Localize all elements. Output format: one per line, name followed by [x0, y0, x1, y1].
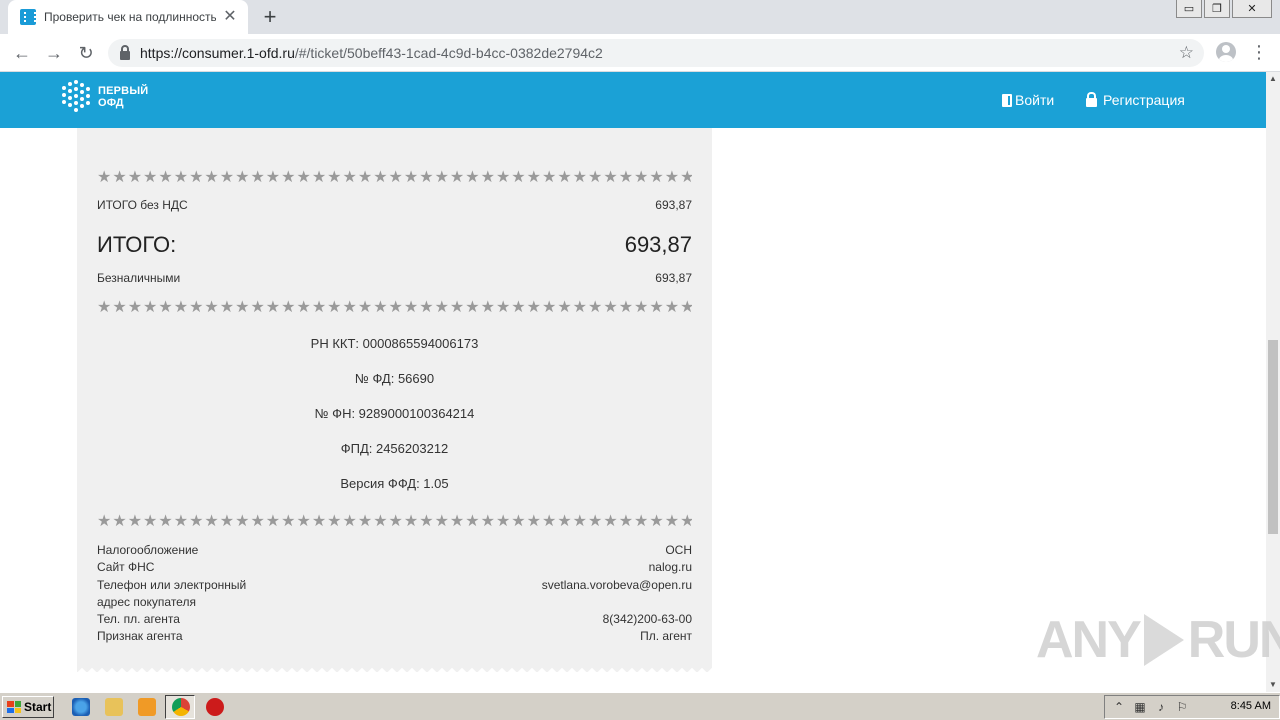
detail-row: Сайт ФНС nalog.ru [97, 559, 692, 576]
internet-explorer-icon[interactable] [72, 698, 90, 716]
network-icon[interactable]: ▦ [1133, 700, 1147, 714]
bookmark-star-icon[interactable]: ☆ [1179, 43, 1194, 63]
logo-line-2: ОФД [98, 97, 124, 109]
login-link[interactable]: Войти [1002, 92, 1054, 108]
volume-icon[interactable]: ♪ [1154, 700, 1168, 714]
stars-divider: ★★★★★★★★★★★★★★★★★★★★★★★★★★★★★★★★★★★★★★★★ [97, 300, 692, 316]
total-row: ИТОГО: 693,87 [97, 232, 692, 258]
rn-kkt: РН ККТ: 0000865594006173 [310, 336, 479, 351]
register-link[interactable]: Регистрация [1086, 91, 1185, 108]
logo-line-1: ПЕРВЫЙ [98, 85, 149, 97]
restore-button[interactable]: ❐ [1204, 0, 1230, 18]
ffd-version: Версия ФФД: 1.05 [340, 476, 449, 491]
fn-number: № ФН: 9289000100364214 [314, 406, 475, 421]
profile-avatar-icon[interactable] [1216, 42, 1236, 62]
back-arrow-icon[interactable]: ← [10, 41, 34, 65]
close-window-button[interactable]: ✕ [1232, 0, 1272, 18]
detail-label: Сайт ФНС [97, 560, 155, 574]
chrome-taskbar-button[interactable] [165, 695, 195, 719]
total-without-vat-row: ИТОГО без НДС 693,87 [97, 197, 692, 214]
detail-label: Тел. пл. агента [97, 612, 180, 626]
detail-value: 8(342)200-63-00 [602, 612, 692, 626]
watermark-right: RUN [1187, 611, 1280, 669]
total-without-vat-value: 693,87 [655, 198, 692, 212]
detail-value: nalog.ru [648, 560, 692, 574]
total-without-vat-label: ИТОГО без НДС [97, 198, 188, 212]
file-explorer-icon[interactable] [105, 698, 123, 716]
watermark-left: ANY [1036, 611, 1142, 669]
action-center-flag-icon[interactable]: ⚐ [1175, 700, 1189, 714]
login-label: Войти [1015, 92, 1055, 108]
logo-dots-icon [62, 80, 92, 114]
tray-expand-icon[interactable]: ⌃ [1112, 700, 1126, 714]
tab-title: Проверить чек на подлинность он [44, 10, 216, 24]
total-label: ИТОГО: [97, 232, 177, 257]
detail-row: Признак агента Пл. агент [97, 628, 692, 645]
reload-icon[interactable]: ↻ [74, 41, 98, 65]
windows-taskbar: Start ⌃ ▦ ♪ ⚐ 8:45 AM [0, 692, 1280, 720]
detail-value: Пл. агент [640, 629, 692, 643]
scroll-down-arrow-icon[interactable]: ▼ [1266, 678, 1280, 692]
url-text[interactable]: https://consumer.1-ofd.ru/#/ticket/50bef… [140, 45, 603, 61]
media-player-icon[interactable] [138, 698, 156, 716]
play-icon [1143, 614, 1184, 666]
new-tab-button[interactable]: + [258, 5, 282, 29]
tab-close-icon[interactable]: ✕ [222, 9, 238, 25]
page-scrollbar[interactable]: ▲ ▼ [1266, 72, 1280, 692]
total-value: 693,87 [624, 232, 692, 257]
cashless-value: 693,87 [655, 271, 692, 285]
url-host: https://consumer.1-ofd.ru [140, 45, 295, 61]
start-label: Start [24, 700, 52, 714]
padlock-icon [1086, 91, 1097, 107]
start-button[interactable]: Start [2, 696, 54, 718]
browser-toolbar: ← → ↻ https://consumer.1-ofd.ru/#/ticket… [0, 34, 1280, 72]
register-label: Регистрация [1103, 92, 1185, 108]
system-tray: ⌃ ▦ ♪ ⚐ 8:45 AM [1104, 695, 1280, 719]
kebab-menu-icon[interactable]: ⋮ [1250, 41, 1268, 65]
door-enter-icon [1002, 93, 1012, 107]
detail-row: Тел. пл. агента 8(342)200-63-00 [97, 611, 692, 628]
fd-number: № ФД: 56690 [354, 371, 435, 386]
minimize-button[interactable]: ▭ [1176, 0, 1202, 18]
detail-value: ОСН [665, 543, 692, 557]
cashless-row: Безналичными 693,87 [97, 270, 692, 287]
stop-icon[interactable] [206, 698, 224, 716]
window-controls: ▭ ❐ ✕ [1176, 0, 1272, 18]
detail-label: Телефон или электронный адрес покупателя [97, 578, 247, 609]
stars-divider: ★★★★★★★★★★★★★★★★★★★★★★★★★★★★★★★★★★★★★★★★ [97, 170, 692, 186]
detail-label: Признак агента [97, 629, 183, 643]
first-ofd-logo[interactable]: ПЕРВЫЙ ОФД [62, 80, 148, 114]
forward-arrow-icon[interactable]: → [42, 41, 66, 65]
clock[interactable]: 8:45 AM [1231, 700, 1271, 712]
windows-flag-icon [7, 701, 21, 713]
detail-row: Налогообложение ОСН [97, 542, 692, 559]
anyrun-watermark: ANY RUN [1036, 610, 1280, 670]
address-bar[interactable]: https://consumer.1-ofd.ru/#/ticket/50bef… [108, 39, 1204, 67]
detail-value: svetlana.vorobeva@open.ru [541, 578, 692, 592]
logo-text: ПЕРВЫЙ ОФД [98, 85, 148, 109]
scroll-up-arrow-icon[interactable]: ▲ [1266, 72, 1280, 86]
tab-strip: Проверить чек на подлинность он ✕ + ▭ ❐ … [0, 0, 1280, 34]
chrome-icon [172, 698, 190, 716]
detail-label: Налогообложение [97, 543, 199, 557]
scroll-thumb[interactable] [1268, 340, 1278, 534]
ofd-favicon-icon [20, 9, 36, 25]
fpd: ФПД: 2456203212 [340, 441, 449, 456]
url-path: /#/ticket/50beff43-1cad-4c9d-b4cc-0382de… [294, 45, 603, 61]
detail-row: Телефон или электронный адрес покупателя… [97, 577, 692, 611]
stars-divider: ★★★★★★★★★★★★★★★★★★★★★★★★★★★★★★★★★★★★★★★★ [97, 514, 692, 530]
cashless-label: Безналичными [97, 271, 181, 285]
browser-tab-active[interactable]: Проверить чек на подлинность он ✕ [8, 0, 248, 34]
site-header: ПЕРВЫЙ ОФД Войти Регистрация [0, 72, 1266, 128]
lock-icon[interactable] [120, 44, 130, 60]
receipt-card: ★★★★★★★★★★★★★★★★★★★★★★★★★★★★★★★★★★★★★★★★… [77, 128, 712, 672]
